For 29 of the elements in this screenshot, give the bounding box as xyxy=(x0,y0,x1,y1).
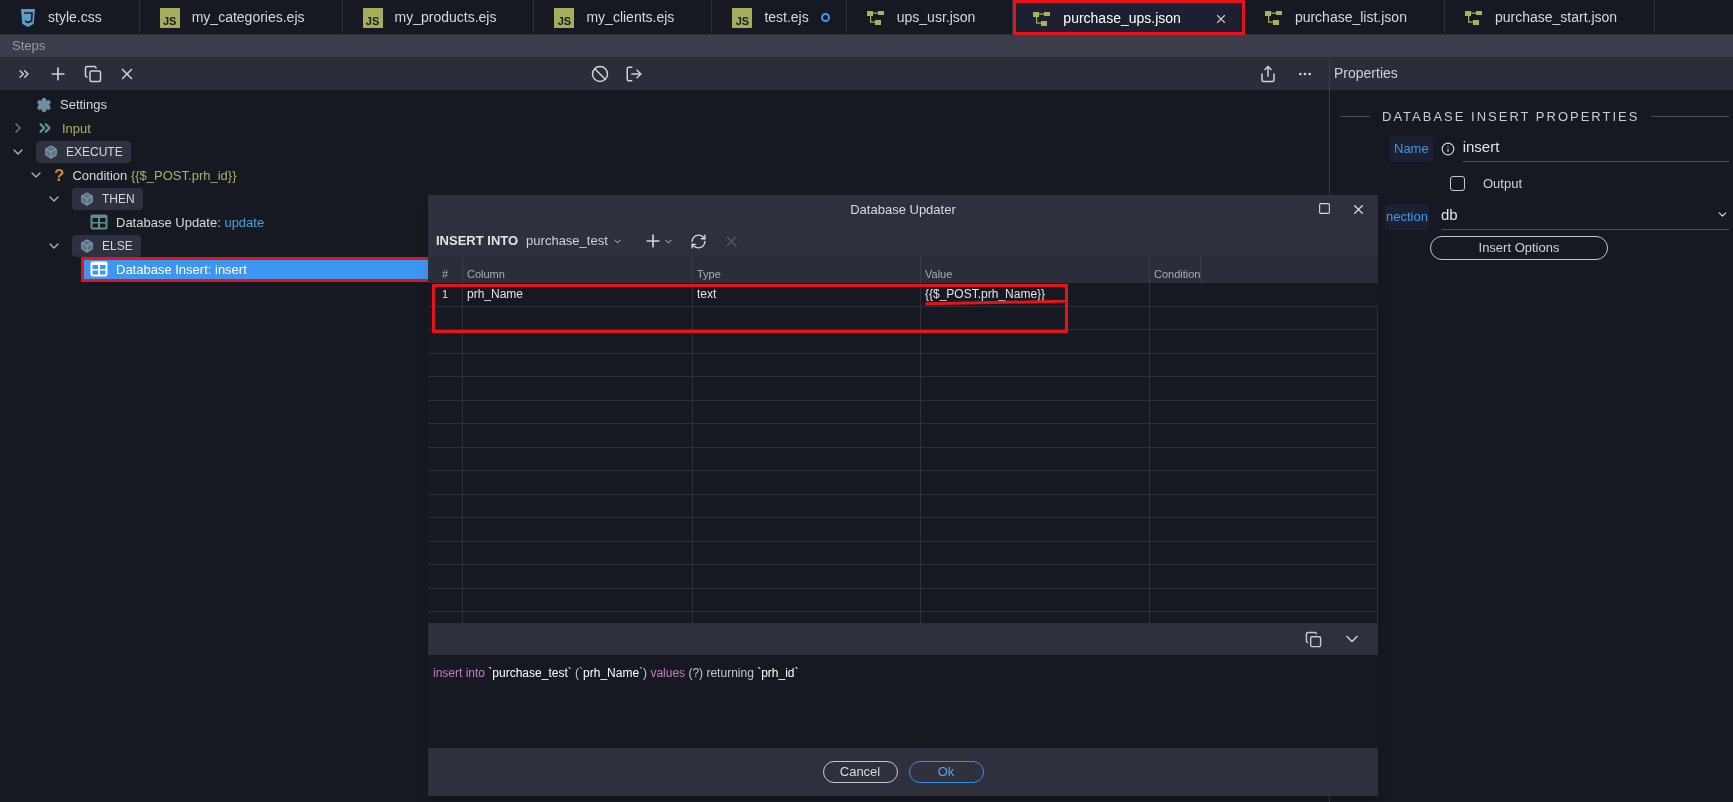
tab-label: my_products.ejs xyxy=(394,8,497,27)
sql-preview: insert into `purchase_test` (`prh_Name`) values (?) returning `prh_id` xyxy=(433,666,799,680)
js-badge: JS xyxy=(732,7,753,28)
panel-header: Steps xyxy=(0,35,1733,57)
tree-label: Database Insert: insert xyxy=(116,260,247,279)
tree-label: Database Update: update xyxy=(116,213,265,232)
question-icon: ? xyxy=(54,166,65,184)
tab-label: ups_usr.json xyxy=(896,8,976,27)
row-number: 1 xyxy=(428,283,463,306)
tab-label: purchase_list.json xyxy=(1294,8,1407,27)
insert-into-label: INSERT INTO xyxy=(436,232,519,251)
field-label: Name xyxy=(1390,136,1433,162)
tab-label: purchase_ups.json xyxy=(1063,9,1181,28)
tree-label: Condition {{$_POST.prh_id}} xyxy=(72,166,237,185)
checkbox-label: Output xyxy=(1483,175,1523,193)
section-title: DATABASE INSERT PROPERTIES xyxy=(1382,108,1640,126)
tab-label: test.ejs xyxy=(764,8,809,27)
tab-label: style.css xyxy=(48,8,102,27)
js-badge: JS xyxy=(362,7,383,28)
dialog-title: Database Updater xyxy=(850,201,956,220)
tree-label: Input xyxy=(62,119,91,138)
tree-label: Settings xyxy=(60,96,107,114)
field-label: nection xyxy=(1385,204,1429,230)
tab-label: my_categories.ejs xyxy=(191,8,305,27)
js-badge: JS xyxy=(554,7,575,28)
tab-label: purchase_start.json xyxy=(1494,8,1618,27)
js-badge: JS xyxy=(159,7,180,28)
tab-label: my_clients.ejs xyxy=(586,8,675,27)
panel-header: Properties xyxy=(1330,57,1733,90)
